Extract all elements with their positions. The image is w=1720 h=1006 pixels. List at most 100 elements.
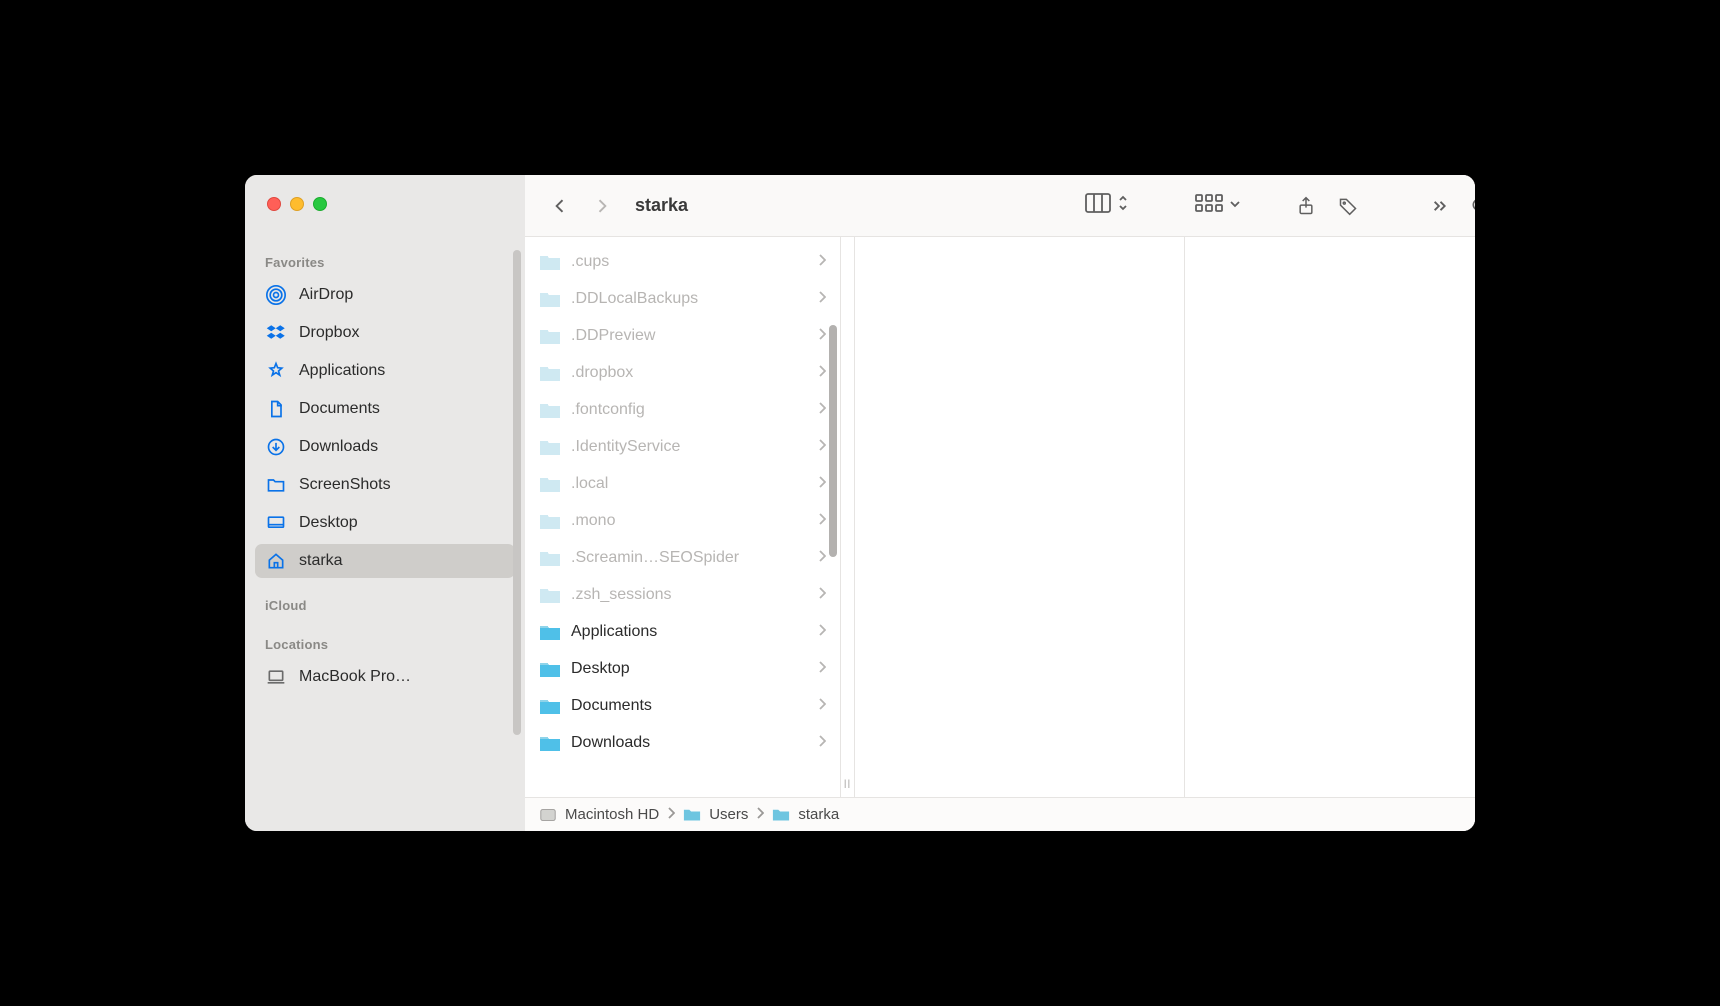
sidebar-item-label: Dropbox [299,324,359,342]
list-item[interactable]: .Screamin…SEOSpider [525,539,840,576]
path-segment[interactable]: Users [709,806,748,823]
tags-button[interactable] [1331,189,1365,223]
sidebar-item-applications[interactable]: Applications [255,354,515,388]
folder-icon [683,806,701,824]
item-name: Downloads [571,734,818,752]
chevron-right-icon [818,438,826,456]
folder-icon [539,290,561,308]
item-name: Documents [571,697,818,715]
airdrop-icon [265,284,287,306]
chevron-right-icon [667,806,675,823]
list-item[interactable]: Downloads [525,724,840,761]
sidebar-item-dropbox[interactable]: Dropbox [255,316,515,350]
zoom-window-button[interactable] [313,197,327,211]
applications-icon [265,360,287,382]
list-item[interactable]: .cups [525,243,840,280]
path-bar: Macintosh HD Users starka [525,797,1475,831]
folder-icon [265,474,287,496]
list-item[interactable]: .IdentityService [525,428,840,465]
list-item[interactable]: .DDPreview [525,317,840,354]
close-window-button[interactable] [267,197,281,211]
column-scrollbar[interactable] [829,325,837,557]
list-item[interactable]: .local [525,465,840,502]
share-button[interactable] [1289,189,1323,223]
item-name: .dropbox [571,364,818,382]
list-item[interactable]: .fontconfig [525,391,840,428]
item-name: .DDPreview [571,327,818,345]
folder-icon [539,734,561,752]
toolbar: starka [525,175,1475,237]
folder-icon [539,586,561,604]
list-item[interactable]: Desktop [525,650,840,687]
chevron-right-icon [818,586,826,604]
sidebar-item-airdrop[interactable]: AirDrop [255,278,515,312]
columns-icon [1085,193,1111,218]
sidebar-item-macbook[interactable]: MacBook Pro… [255,660,515,694]
item-name: .DDLocalBackups [571,290,818,308]
window-title: starka [635,195,688,216]
sidebar-scrollbar[interactable] [513,250,521,735]
sidebar-item-label: Downloads [299,438,378,456]
forward-button[interactable] [585,189,619,223]
chevron-right-icon [818,364,826,382]
item-name: .Screamin…SEOSpider [571,549,818,567]
search-button[interactable] [1463,189,1475,223]
sidebar-section-locations: Locations [245,619,525,658]
sidebar-section-favorites: Favorites [245,237,525,276]
chevron-right-icon [818,549,826,567]
home-icon [265,550,287,572]
column-resize-handle[interactable]: ll [841,237,855,797]
sidebar-item-label: starka [299,552,343,570]
chevron-right-icon [818,623,826,641]
home-folder-icon [772,806,790,824]
path-segment[interactable]: starka [798,806,839,823]
item-name: Applications [571,623,818,641]
folder-icon [539,364,561,382]
sidebar-item-desktop[interactable]: Desktop [255,506,515,540]
item-name: .local [571,475,818,493]
chevron-right-icon [756,806,764,823]
more-toolbar-button[interactable] [1421,189,1455,223]
sidebar-item-home[interactable]: starka [255,544,515,578]
list-item[interactable]: .dropbox [525,354,840,391]
column-2[interactable] [855,237,1185,797]
sidebar-item-documents[interactable]: Documents [255,392,515,426]
sidebar-item-label: Documents [299,400,380,418]
view-mode-button[interactable] [1085,193,1129,218]
list-item[interactable]: .mono [525,502,840,539]
sidebar-item-label: Applications [299,362,385,380]
back-button[interactable] [543,189,577,223]
path-segment[interactable]: Macintosh HD [565,806,659,823]
folder-icon [539,512,561,530]
chevron-right-icon [818,401,826,419]
list-item[interactable]: .zsh_sessions [525,576,840,613]
desktop-icon [265,512,287,534]
list-item[interactable]: Documents [525,687,840,724]
folder-icon [539,660,561,678]
folder-icon [539,438,561,456]
column-1[interactable]: .cups .DDLocalBackups .DDPreview .dropbox .f… [525,237,841,797]
item-name: .zsh_sessions [571,586,818,604]
chevron-right-icon [818,327,826,345]
list-item[interactable]: Applications [525,613,840,650]
sidebar-item-label: ScreenShots [299,476,391,494]
column-3[interactable] [1185,237,1475,797]
minimize-window-button[interactable] [290,197,304,211]
chevron-right-icon [818,512,826,530]
sidebar-item-screenshots[interactable]: ScreenShots [255,468,515,502]
list-item[interactable]: .DDLocalBackups [525,280,840,317]
chevron-right-icon [818,475,826,493]
folder-icon [539,549,561,567]
sidebar-item-downloads[interactable]: Downloads [255,430,515,464]
column-view: .cups .DDLocalBackups .DDPreview .dropbox .f… [525,237,1475,797]
sidebar: Favorites AirDrop Dropbox Applications D… [245,175,525,831]
chevron-down-icon [1229,197,1241,215]
sidebar-section-icloud: iCloud [245,580,525,619]
folder-icon [539,475,561,493]
window-controls [245,175,525,237]
group-by-button[interactable] [1195,193,1241,218]
item-name: Desktop [571,660,818,678]
folder-icon [539,401,561,419]
item-name: .mono [571,512,818,530]
chevron-updown-icon [1117,194,1129,217]
